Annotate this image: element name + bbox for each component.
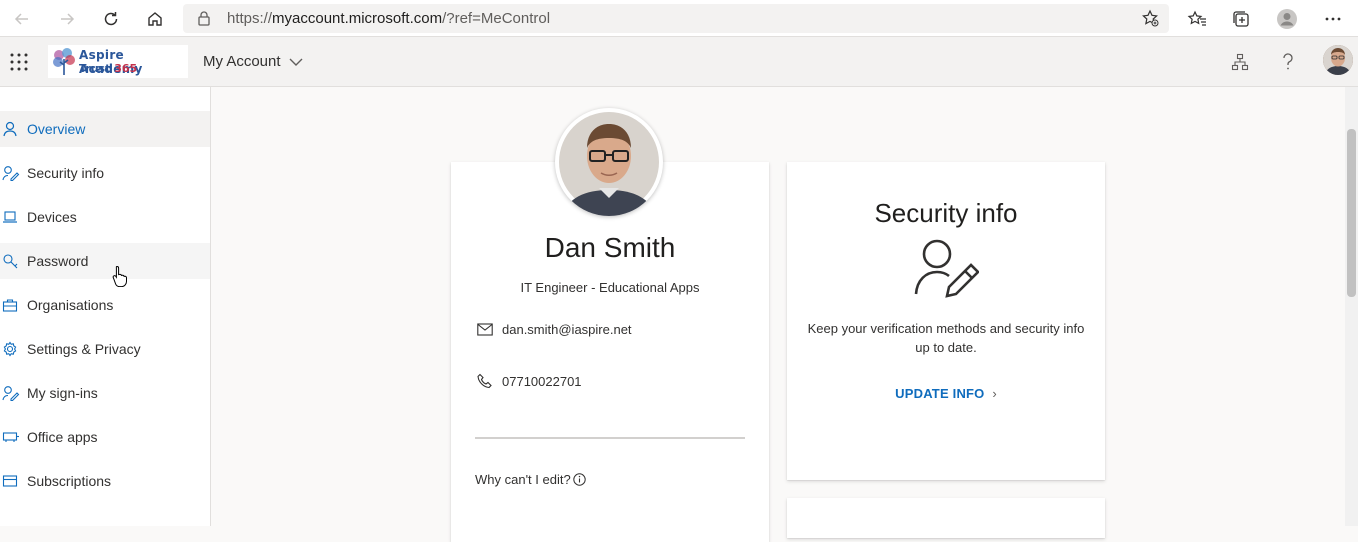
add-favorite-icon[interactable] bbox=[1141, 9, 1159, 32]
org-chart-icon bbox=[1231, 53, 1249, 71]
sidebar-item-settings-privacy[interactable]: Settings & Privacy bbox=[0, 331, 210, 367]
waffle-icon bbox=[10, 53, 28, 71]
laptop-icon bbox=[0, 210, 27, 224]
favorites-button[interactable] bbox=[1184, 6, 1210, 32]
security-info-title: Security info bbox=[874, 198, 1018, 228]
briefcase-icon bbox=[0, 298, 27, 312]
address-bar[interactable]: https://myaccount.microsoft.com/?ref=MeC… bbox=[183, 4, 1169, 33]
forward-button[interactable] bbox=[54, 6, 80, 32]
mail-icon bbox=[477, 323, 493, 336]
collections-button[interactable] bbox=[1228, 6, 1254, 32]
org-explorer-button[interactable] bbox=[1229, 51, 1251, 73]
sidebar-nav: Overview Security info Devices Password … bbox=[0, 87, 211, 526]
tree-logo-icon bbox=[53, 48, 75, 75]
hand-cursor-icon bbox=[112, 265, 128, 292]
app-title: My Account bbox=[203, 53, 281, 70]
sidebar-item-label: Office apps bbox=[27, 429, 98, 445]
key-icon bbox=[0, 253, 27, 269]
arrow-right-icon bbox=[61, 13, 75, 25]
sidebar-item-password[interactable]: Password bbox=[0, 243, 210, 279]
org-name-word: Trust bbox=[79, 62, 111, 75]
main-content bbox=[211, 87, 1345, 526]
lock-icon bbox=[197, 10, 211, 31]
url-prefix: https:// bbox=[227, 10, 273, 27]
collections-icon bbox=[1233, 11, 1249, 27]
person-icon bbox=[0, 121, 27, 137]
organization-logo[interactable]: Aspire Academy Trust 365 bbox=[48, 45, 188, 78]
sidebar-item-organisations[interactable]: Organisations bbox=[0, 287, 210, 323]
profile-photo[interactable] bbox=[555, 108, 663, 216]
profile-job-title: IT Engineer - Educational Apps bbox=[520, 280, 700, 295]
sidebar-item-label: Settings & Privacy bbox=[27, 341, 141, 357]
browser-profile-button[interactable] bbox=[1274, 6, 1300, 32]
sidebar-item-label: Organisations bbox=[27, 297, 114, 313]
scrollbar-thumb[interactable] bbox=[1347, 129, 1356, 297]
chevron-right-icon: › bbox=[992, 386, 997, 401]
account-avatar[interactable] bbox=[1323, 45, 1353, 75]
app-launcher-button[interactable] bbox=[10, 53, 28, 76]
refresh-button[interactable] bbox=[98, 6, 124, 32]
arrow-left-icon bbox=[14, 13, 28, 25]
app-header: Aspire Academy Trust 365 My Account bbox=[0, 37, 1358, 87]
profile-divider bbox=[475, 437, 745, 439]
profile-phone: 07710022701 bbox=[502, 373, 582, 389]
sidebar-item-label: Overview bbox=[27, 121, 86, 137]
why-cant-edit-label: Why can't I edit? bbox=[475, 472, 571, 487]
apps-icon bbox=[0, 430, 27, 444]
question-icon bbox=[1283, 53, 1293, 70]
settings-more-button[interactable] bbox=[1320, 6, 1346, 32]
update-info-link[interactable]: UPDATE INFO › bbox=[787, 386, 1105, 401]
person-key-icon bbox=[0, 385, 27, 401]
help-button[interactable] bbox=[1277, 51, 1299, 73]
back-button[interactable] bbox=[9, 6, 35, 32]
sidebar-item-overview[interactable]: Overview bbox=[0, 111, 210, 147]
sidebar-item-devices[interactable]: Devices bbox=[0, 199, 210, 235]
page-scrollbar[interactable] bbox=[1345, 87, 1358, 526]
person-key-icon bbox=[0, 165, 27, 181]
url-host: myaccount.microsoft.com bbox=[272, 10, 443, 27]
update-info-label: UPDATE INFO bbox=[895, 386, 985, 401]
sidebar-item-label: Password bbox=[27, 253, 89, 269]
profile-email-row: dan.smith@iaspire.net bbox=[477, 322, 632, 337]
org-name-line2: Trust 365 bbox=[79, 62, 137, 75]
sidebar-item-label: My sign-ins bbox=[27, 385, 98, 401]
favorites-icon bbox=[1187, 10, 1206, 26]
profile-phone-row: 07710022701 bbox=[477, 373, 582, 389]
profile-email: dan.smith@iaspire.net bbox=[502, 322, 632, 337]
sidebar-item-subscriptions[interactable]: Subscriptions bbox=[0, 463, 210, 499]
url-path: /?ref=MeControl bbox=[442, 10, 551, 27]
why-cant-edit-link[interactable]: Why can't I edit? bbox=[475, 472, 586, 487]
user-photo-icon bbox=[1323, 45, 1353, 75]
profile-icon bbox=[1277, 9, 1297, 29]
user-photo-icon bbox=[559, 112, 659, 216]
sidebar-item-label: Devices bbox=[27, 209, 77, 225]
gear-icon bbox=[0, 341, 27, 357]
org-name-number: 365 bbox=[114, 62, 138, 75]
secondary-card bbox=[787, 498, 1105, 538]
info-icon bbox=[573, 473, 586, 486]
refresh-icon bbox=[104, 12, 118, 26]
sidebar-item-security-info[interactable]: Security info bbox=[0, 155, 210, 191]
sidebar-item-office-apps[interactable]: Office apps bbox=[0, 419, 210, 455]
url-text: https://myaccount.microsoft.com/?ref=MeC… bbox=[227, 10, 550, 27]
browser-toolbar: https://myaccount.microsoft.com/?ref=MeC… bbox=[0, 0, 1358, 37]
more-icon bbox=[1325, 17, 1341, 21]
sidebar-item-label: Security info bbox=[27, 165, 105, 181]
profile-name: Dan Smith bbox=[544, 232, 676, 263]
home-button[interactable] bbox=[142, 6, 168, 32]
card-icon bbox=[0, 474, 27, 488]
home-icon bbox=[148, 12, 162, 26]
my-account-menu[interactable]: My Account bbox=[203, 53, 303, 70]
chevron-down-icon bbox=[289, 58, 303, 66]
security-info-description: Keep your verification methods and secur… bbox=[807, 321, 1085, 355]
sidebar-item-my-sign-ins[interactable]: My sign-ins bbox=[0, 375, 210, 411]
person-edit-icon bbox=[913, 238, 980, 305]
phone-icon bbox=[477, 373, 492, 389]
sidebar-item-label: Subscriptions bbox=[27, 473, 112, 489]
